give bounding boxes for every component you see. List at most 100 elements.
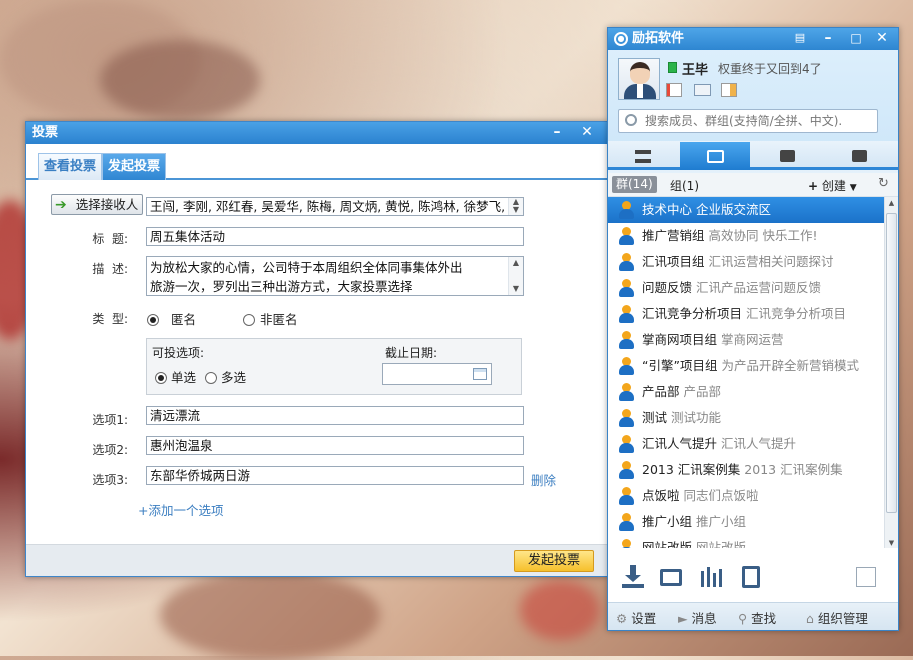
radio-unchecked-icon[interactable] [243, 314, 255, 326]
group-list-scrollbar[interactable]: ▲ ▼ [884, 197, 898, 548]
menu-icon[interactable]: ▤ [786, 28, 814, 50]
drive-icon[interactable] [658, 563, 684, 589]
type-anonymous-label: 匿名 [170, 312, 196, 327]
group-list-item[interactable]: 网站改版 网站改版 [608, 535, 884, 548]
option1-input[interactable]: 清远漂流 [146, 406, 524, 425]
minimize-icon[interactable]: – [543, 122, 571, 144]
recipients-field[interactable]: 王闯, 李刚, 邓红春, 吴爱华, 陈梅, 周文炳, 黄悦, 陈鸿林, 徐梦飞,… [146, 197, 524, 216]
close-icon[interactable]: ✕ [573, 122, 601, 144]
im-titlebar[interactable]: ● 励拓软件 ▤ – □ ✕ [608, 28, 898, 50]
vote-window-titlebar[interactable]: 投票 – ✕ [26, 122, 607, 144]
mail-icon[interactable] [694, 84, 711, 96]
add-option-link[interactable]: +添加一个选项 [138, 500, 223, 519]
refresh-icon[interactable]: ↻ [878, 176, 889, 191]
clipboard-icon[interactable] [738, 563, 764, 589]
type-anonymous-option[interactable]: 匿名 [147, 309, 196, 328]
subtab-groups[interactable]: 群(14) [612, 176, 657, 193]
minimize-icon[interactable]: – [814, 28, 842, 50]
maximize-icon[interactable]: □ [842, 28, 870, 50]
settings-button[interactable]: ⚙ 设置 [616, 608, 656, 627]
tab-chat[interactable] [752, 142, 822, 170]
group-list-item[interactable]: 技术中心 企业版交流区 [608, 197, 884, 223]
description-scrollbar[interactable]: ▲ ▼ [508, 257, 523, 295]
select-recipients-button[interactable]: ➔ 选择接收人 [51, 194, 143, 215]
option2-input[interactable]: 惠州泡温泉 [146, 436, 524, 455]
magnifier-icon: ⚲ [738, 611, 748, 626]
group-list-item[interactable]: 产品部 产品部 [608, 379, 884, 405]
user-signature[interactable]: 权重终于又回到4了 [718, 60, 822, 77]
settings-label: 设置 [631, 611, 657, 626]
group-list-item[interactable]: 点饭啦 同志们点饭啦 [608, 483, 884, 509]
create-button[interactable]: + 创建 ▼ [808, 177, 857, 194]
background-petal [160, 570, 380, 660]
group-icon [617, 461, 636, 479]
group-description: 为产品开辟全新营销模式 [721, 358, 859, 373]
deadline-label: 截止日期: [385, 346, 438, 360]
scroll-down-icon[interactable]: ▼ [885, 539, 898, 547]
group-list-item[interactable]: 推广营销组 高效协同 快乐工作! [608, 223, 884, 249]
radio-unchecked-icon[interactable] [205, 372, 217, 384]
find-button[interactable]: ⚲ 查找 [738, 608, 776, 627]
radio-checked-icon[interactable] [155, 372, 167, 384]
group-list-item[interactable]: 掌商网项目组 掌商网运营 [608, 327, 884, 353]
group-icon [617, 305, 636, 323]
chevron-down-icon: ▼ [849, 183, 857, 193]
tab-notice[interactable] [824, 142, 894, 170]
group-list-item[interactable]: 测试 测试功能 [608, 405, 884, 431]
single-choice-option[interactable]: 单选 [155, 367, 196, 386]
group-icon [617, 435, 636, 453]
group-list-item[interactable]: 汇讯竞争分析项目 汇讯竞争分析项目 [608, 301, 884, 327]
avatar[interactable] [618, 58, 660, 100]
group-list-item[interactable]: “引擎”项目组 为产品开辟全新营销模式 [608, 353, 884, 379]
scroll-up-icon[interactable]: ▲ [885, 197, 898, 209]
group-list-item[interactable]: 推广小组 推广小组 [608, 509, 884, 535]
multi-choice-option[interactable]: 多选 [205, 367, 246, 386]
group-list-item[interactable]: 汇讯项目组 汇讯运营相关问题探讨 [608, 249, 884, 275]
recipients-spinner[interactable]: ▲ ▼ [508, 198, 523, 215]
scroll-thumb[interactable] [886, 213, 897, 513]
type-named-option[interactable]: 非匿名 [243, 309, 298, 328]
group-name: 网站改版 [642, 540, 693, 548]
profile-card-icon[interactable] [666, 83, 682, 97]
contact-card-icon[interactable] [721, 83, 737, 97]
calendar-icon[interactable] [473, 368, 487, 380]
tab-groups[interactable] [680, 142, 750, 170]
im-bottom-bar: ⚙ 设置 ► 消息 ⚲ 查找 ⌂ 组织管理 [608, 602, 898, 630]
description-textarea[interactable]: 为放松大家的心情，公司特于本周组织全体同事集体外出 旅游一次，罗列出三种出游方式… [146, 256, 524, 296]
group-description: 汇讯人气提升 [721, 436, 797, 451]
subtab-team[interactable]: 组(1) [670, 177, 699, 194]
group-name: 产品部 [642, 384, 680, 399]
messages-button[interactable]: ► 消息 [678, 608, 717, 627]
user-name: 王毕 [682, 63, 709, 78]
start-vote-button[interactable]: 发起投票 [514, 550, 594, 572]
group-name: 技术中心 [642, 202, 693, 217]
gear-icon: ⚙ [616, 611, 628, 626]
download-icon[interactable] [620, 563, 646, 589]
deadline-input[interactable] [382, 363, 492, 385]
group-icon [617, 383, 636, 401]
chat-icon [779, 150, 795, 162]
tab-start-vote[interactable]: 发起投票 [102, 153, 167, 180]
search-input[interactable]: 搜索成员、群组(支持简/全拼、中文). [618, 109, 878, 133]
vote-footer: 发起投票 [26, 544, 607, 576]
org-manage-button[interactable]: ⌂ 组织管理 [806, 608, 868, 627]
group-list-item[interactable]: 2013 汇讯案例集 2013 汇讯案例集 [608, 457, 884, 483]
group-icon [617, 279, 636, 297]
tab-organization[interactable] [608, 142, 678, 170]
radio-checked-icon[interactable] [147, 314, 159, 326]
group-name: 推广营销组 [642, 228, 705, 243]
option3-input[interactable]: 东部华侨城两日游 [146, 466, 524, 485]
group-list-item[interactable]: 问题反馈 汇讯产品运营问题反馈 [608, 275, 884, 301]
speaker-icon: ► [678, 611, 688, 626]
find-label: 查找 [751, 611, 777, 626]
tab-view-votes[interactable]: 查看投票 [38, 153, 103, 180]
notice-icon [851, 150, 867, 162]
bar-chart-icon[interactable] [698, 563, 724, 589]
title-input[interactable]: 周五集体活动 [146, 227, 524, 246]
online-status-icon[interactable] [668, 62, 677, 73]
app-grid-icon[interactable] [856, 567, 876, 587]
delete-option-link[interactable]: 删除 [531, 470, 556, 489]
description-line: 旅游一次，罗列出三种出游方式，大家投票选择 [150, 279, 413, 294]
close-icon[interactable]: ✕ [868, 28, 896, 50]
group-list-item[interactable]: 汇讯人气提升 汇讯人气提升 [608, 431, 884, 457]
